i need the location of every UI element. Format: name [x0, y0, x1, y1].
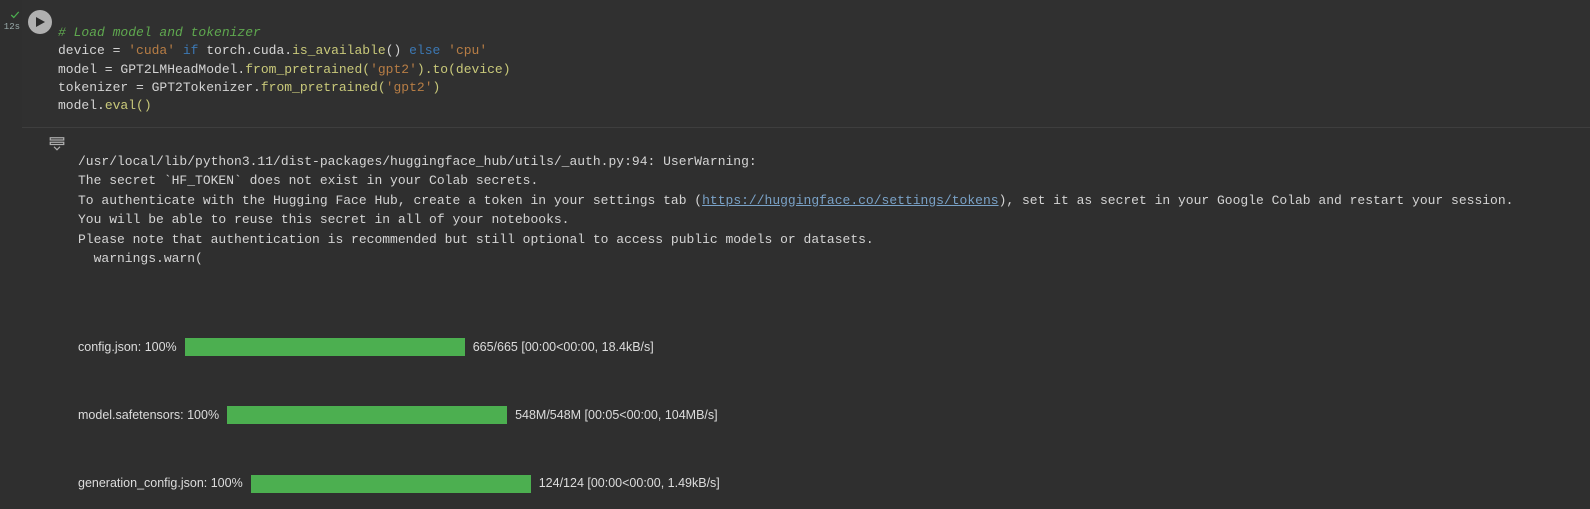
warning-line: The secret `HF_TOKEN` does not exist in … [78, 173, 538, 188]
progress-bar [185, 338, 465, 356]
check-icon [0, 10, 22, 20]
progress-bar [251, 475, 531, 493]
progress-label: model.safetensors: 100% [78, 406, 219, 425]
progress-row: model.safetensors: 100% 548M/548M [00:05… [78, 406, 1513, 425]
cell-gutter: 12s [0, 0, 22, 509]
progress-label: generation_config.json: 100% [78, 474, 243, 493]
notebook-cell: 12s # Load model and tokenizer device = … [0, 0, 1590, 509]
progress-stats: 548M/548M [00:05<00:00, 104MB/s] [515, 406, 718, 425]
code-editor[interactable]: # Load model and tokenizer device = 'cud… [58, 6, 511, 115]
progress-bar [227, 406, 507, 424]
warning-line: To authenticate with the Hugging Face Hu… [78, 193, 702, 208]
code-comment: # Load model and tokenizer [58, 25, 261, 40]
cell-output: /usr/local/lib/python3.11/dist-packages/… [22, 128, 1590, 509]
progress-stats: 124/124 [00:00<00:00, 1.49kB/s] [539, 474, 720, 493]
warning-line: Please note that authentication is recom… [78, 232, 874, 247]
run-cell-button[interactable] [28, 10, 52, 34]
warning-line: ), set it as secret in your Google Colab… [999, 193, 1514, 208]
code-input-area[interactable]: # Load model and tokenizer device = 'cud… [22, 0, 1590, 128]
warning-line: You will be able to reuse this secret in… [78, 212, 569, 227]
progress-row: generation_config.json: 100% 124/124 [00… [78, 474, 1513, 493]
progress-label: config.json: 100% [78, 338, 177, 357]
execution-duration: 12s [0, 22, 22, 32]
cell-content: # Load model and tokenizer device = 'cud… [22, 0, 1590, 509]
output-options-icon[interactable] [48, 134, 66, 509]
download-progress-list: config.json: 100% 665/665 [00:00<00:00, … [78, 300, 1513, 509]
warning-line: /usr/local/lib/python3.11/dist-packages/… [78, 154, 757, 169]
warning-line: warnings.warn( [78, 251, 203, 266]
progress-stats: 665/665 [00:00<00:00, 18.4kB/s] [473, 338, 654, 357]
progress-row: config.json: 100% 665/665 [00:00<00:00, … [78, 338, 1513, 357]
settings-token-link[interactable]: https://huggingface.co/settings/tokens [702, 193, 998, 208]
